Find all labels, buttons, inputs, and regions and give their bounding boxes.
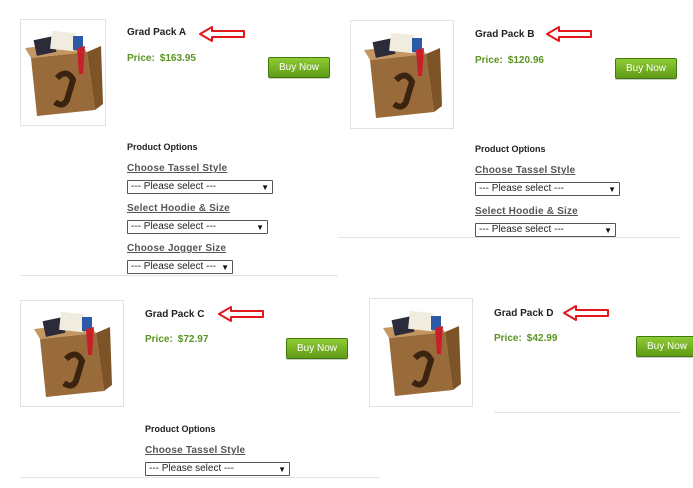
divider [20,275,338,276]
price: Price: $42.99 [494,333,557,344]
price-label: Price: [145,334,173,345]
product-title[interactable]: Grad Pack D [494,308,553,319]
hoodie-size-select[interactable]: --- Please select --- ▼ [475,223,616,237]
product-options-heading: Product Options [475,144,546,154]
product-image[interactable] [20,19,106,126]
buy-now-button[interactable]: Buy Now [286,338,349,359]
divider [338,237,681,238]
product-options-heading: Product Options [127,142,198,152]
tassel-style-select[interactable]: --- Please select --- ▼ [145,462,290,476]
red-left-arrow-icon [199,26,245,42]
tassel-style-select[interactable]: --- Please select --- ▼ [475,182,620,196]
product-options-heading: Product Options [145,424,216,434]
price-label: Price: [475,55,503,66]
buy-button-clip: Buy Now [636,336,693,360]
price: Price: $120.96 [475,55,544,66]
product-image[interactable] [369,298,473,407]
divider [494,412,681,413]
divider [20,477,380,478]
chevron-down-icon: ▼ [261,183,269,192]
product-title[interactable]: Grad Pack A [127,27,186,38]
product-image[interactable] [20,300,124,407]
price-value: $42.99 [526,333,558,344]
red-left-arrow-icon [546,26,592,42]
price: Price: $163.95 [127,53,196,64]
select-value: --- Please select --- [479,224,565,235]
select-value: --- Please select --- [149,463,235,474]
red-left-arrow-icon [218,306,264,322]
product-title[interactable]: Grad Pack B [475,29,534,40]
price-label: Price: [494,333,522,344]
price-label: Price: [127,53,155,64]
tassel-style-label: Choose Tassel Style [127,163,228,174]
chevron-down-icon: ▼ [221,263,229,272]
price: Price: $72.97 [145,334,208,345]
grad-pack-box-image [25,30,103,116]
price-value: $72.97 [177,334,209,345]
tassel-style-label: Choose Tassel Style [145,445,246,456]
jogger-size-select[interactable]: --- Please select --- ▼ [127,260,233,274]
price-value: $163.95 [159,53,196,64]
hoodie-size-label: Select Hoodie & Size [475,206,578,217]
jogger-size-label: Choose Jogger Size [127,243,227,254]
hoodie-size-select[interactable]: --- Please select --- ▼ [127,220,268,234]
grad-pack-box-image [364,32,442,118]
product-image[interactable] [350,20,454,129]
red-left-arrow-icon [563,305,609,321]
select-value: --- Please select --- [131,221,217,232]
hoodie-size-label: Select Hoodie & Size [127,203,230,214]
chevron-down-icon: ▼ [256,223,264,232]
chevron-down-icon: ▼ [608,185,616,194]
price-value: $120.96 [507,55,544,66]
buy-now-button[interactable]: Buy Now [615,58,678,79]
product-title[interactable]: Grad Pack C [145,309,204,320]
tassel-style-label: Choose Tassel Style [475,165,576,176]
select-value: --- Please select --- [131,181,217,192]
select-value: --- Please select --- [479,183,565,194]
chevron-down-icon: ▼ [278,465,286,474]
grad-pack-box-image [383,310,461,396]
grad-pack-box-image [34,311,112,397]
tassel-style-select[interactable]: --- Please select --- ▼ [127,180,273,194]
buy-now-button[interactable]: Buy Now [636,336,693,357]
buy-now-button[interactable]: Buy Now [268,57,331,78]
select-value: --- Please select --- [131,261,217,272]
chevron-down-icon: ▼ [604,226,612,235]
